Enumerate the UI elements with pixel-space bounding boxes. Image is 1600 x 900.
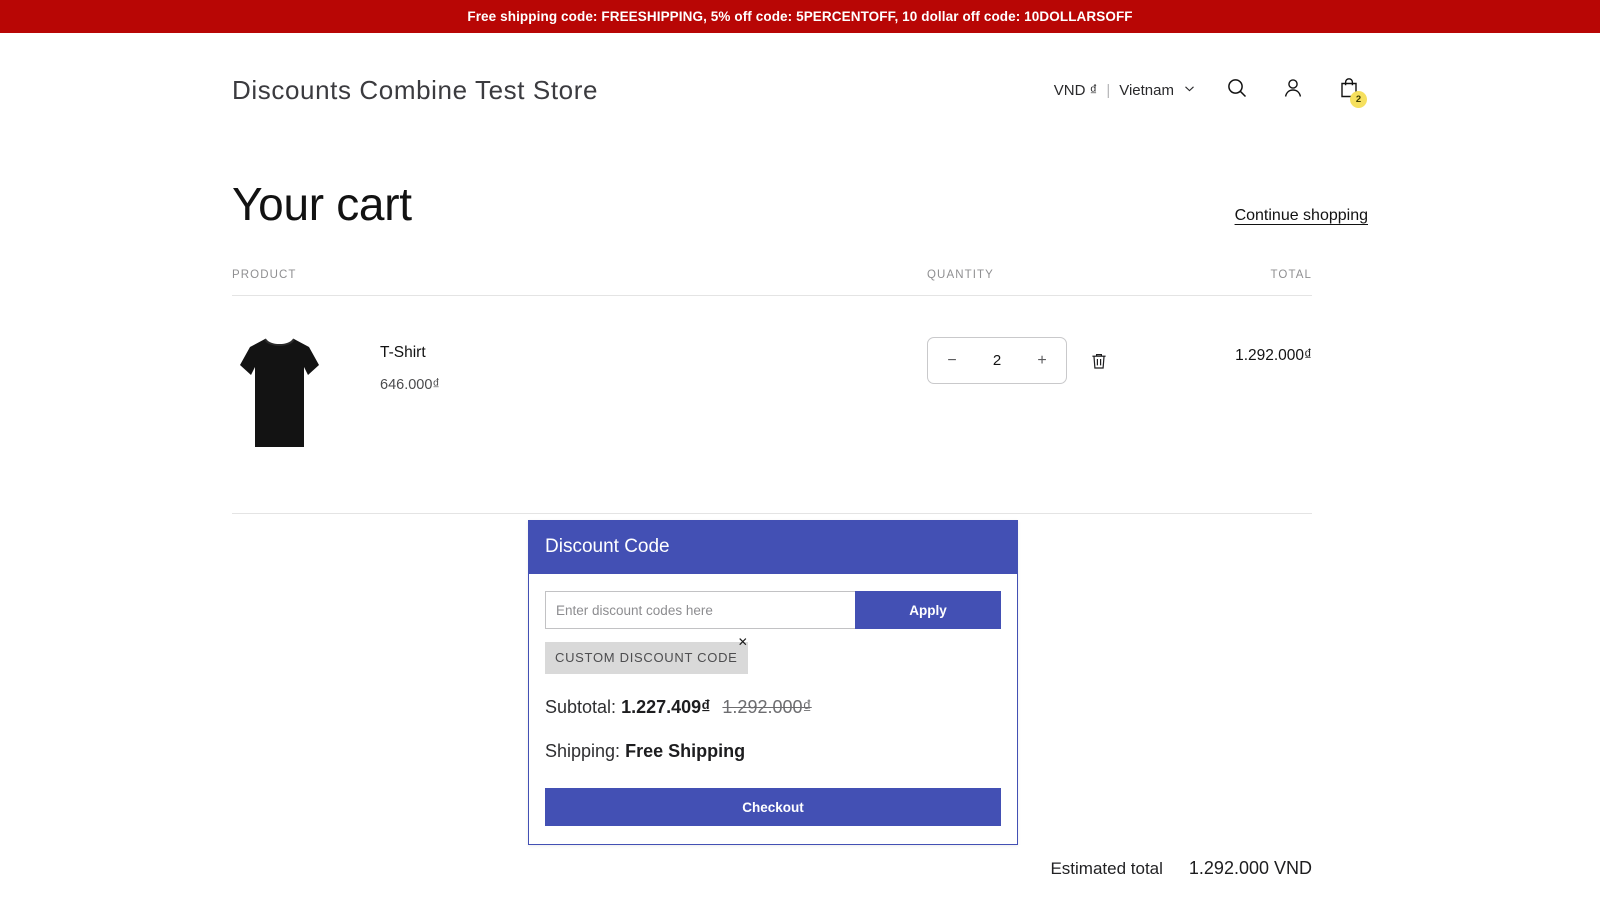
apply-discount-button[interactable]: Apply <box>855 591 1001 629</box>
estimated-total-value: 1.292.000 VND <box>1189 858 1312 879</box>
cart-count-badge: 2 <box>1350 91 1367 108</box>
shipping-value: Free Shipping <box>625 741 745 761</box>
applied-discount-chips: CUSTOM DISCOUNT CODE ✕ <box>545 642 1001 674</box>
cart-item-line-total: 1.292.000₫ <box>1192 331 1312 365</box>
discount-code-input[interactable] <box>545 591 855 629</box>
cart-button[interactable]: 2 <box>1330 71 1368 109</box>
subtotal-value: 1.227.409₫ <box>621 697 710 717</box>
checkout-button[interactable]: Checkout <box>545 788 1001 826</box>
discount-code-row: Apply <box>545 591 1001 629</box>
product-unit-price: 646.000₫ <box>380 377 440 393</box>
announcement-bar: Free shipping code: FREESHIPPING, 5% off… <box>0 0 1600 33</box>
estimated-total-label: Estimated total <box>1050 859 1162 879</box>
estimated-total-row: Estimated total 1.292.000 VND <box>232 858 1312 879</box>
locale-selector[interactable]: VND ₫ | Vietnam <box>1054 82 1200 99</box>
subtotal-original-value: 1.292.000₫ <box>722 697 811 717</box>
currency-label: VND ₫ <box>1054 82 1098 99</box>
cart-item-product-cell: T-Shirt 646.000₫ <box>232 331 927 458</box>
locale-separator: | <box>1106 82 1110 99</box>
chevron-down-icon <box>1183 82 1196 99</box>
shop-name[interactable]: Discounts Combine Test Store <box>232 75 598 106</box>
subtotal-line: Subtotal: 1.227.409₫ 1.292.000₫ <box>545 697 1001 718</box>
country-label: Vietnam <box>1119 82 1174 99</box>
table-header-row: PRODUCT QUANTITY TOTAL <box>232 269 1312 296</box>
cart-header: Your cart Continue shopping <box>232 177 1368 231</box>
quantity-stepper: − + <box>927 337 1067 384</box>
quantity-input[interactable] <box>977 351 1017 370</box>
column-header-total: TOTAL <box>1192 269 1312 281</box>
continue-shopping-link[interactable]: Continue shopping <box>1235 207 1368 231</box>
subtotal-label: Subtotal: <box>545 697 616 717</box>
applied-discount-label: CUSTOM DISCOUNT CODE <box>555 650 738 665</box>
discount-panel-body: Apply CUSTOM DISCOUNT CODE ✕ Subtotal: 1… <box>529 574 1017 844</box>
quantity-increase-button[interactable]: + <box>1034 352 1050 370</box>
cart-table: PRODUCT QUANTITY TOTAL T-Shirt 646.000₫ <box>232 269 1312 514</box>
product-thumbnail[interactable] <box>232 331 327 458</box>
announcement-text: Free shipping code: FREESHIPPING, 5% off… <box>467 9 1132 24</box>
account-button[interactable] <box>1274 71 1312 109</box>
trash-icon[interactable] <box>1089 351 1109 371</box>
cart-item-quantity-cell: − + <box>927 331 1192 384</box>
product-name[interactable]: T-Shirt <box>380 344 440 362</box>
discount-panel-title: Discount Code <box>529 521 1017 574</box>
search-button[interactable] <box>1218 71 1256 109</box>
shipping-label: Shipping: <box>545 741 620 761</box>
discount-code-panel: Discount Code Apply CUSTOM DISCOUNT CODE… <box>528 520 1018 845</box>
table-row: T-Shirt 646.000₫ − + <box>232 296 1312 514</box>
header-actions: VND ₫ | Vietnam <box>1054 71 1368 109</box>
account-icon <box>1281 76 1305 105</box>
shipping-line: Shipping: Free Shipping <box>545 741 1001 762</box>
quantity-decrease-button[interactable]: − <box>944 352 960 370</box>
column-header-product: PRODUCT <box>232 269 927 281</box>
column-header-quantity: QUANTITY <box>927 269 1192 281</box>
site-header: Discounts Combine Test Store VND ₫ | Vie… <box>232 33 1368 125</box>
search-icon <box>1225 76 1249 105</box>
applied-discount-chip: CUSTOM DISCOUNT CODE ✕ <box>545 642 748 674</box>
product-info: T-Shirt 646.000₫ <box>327 331 440 393</box>
close-icon[interactable]: ✕ <box>738 636 749 648</box>
page-title: Your cart <box>232 177 412 231</box>
